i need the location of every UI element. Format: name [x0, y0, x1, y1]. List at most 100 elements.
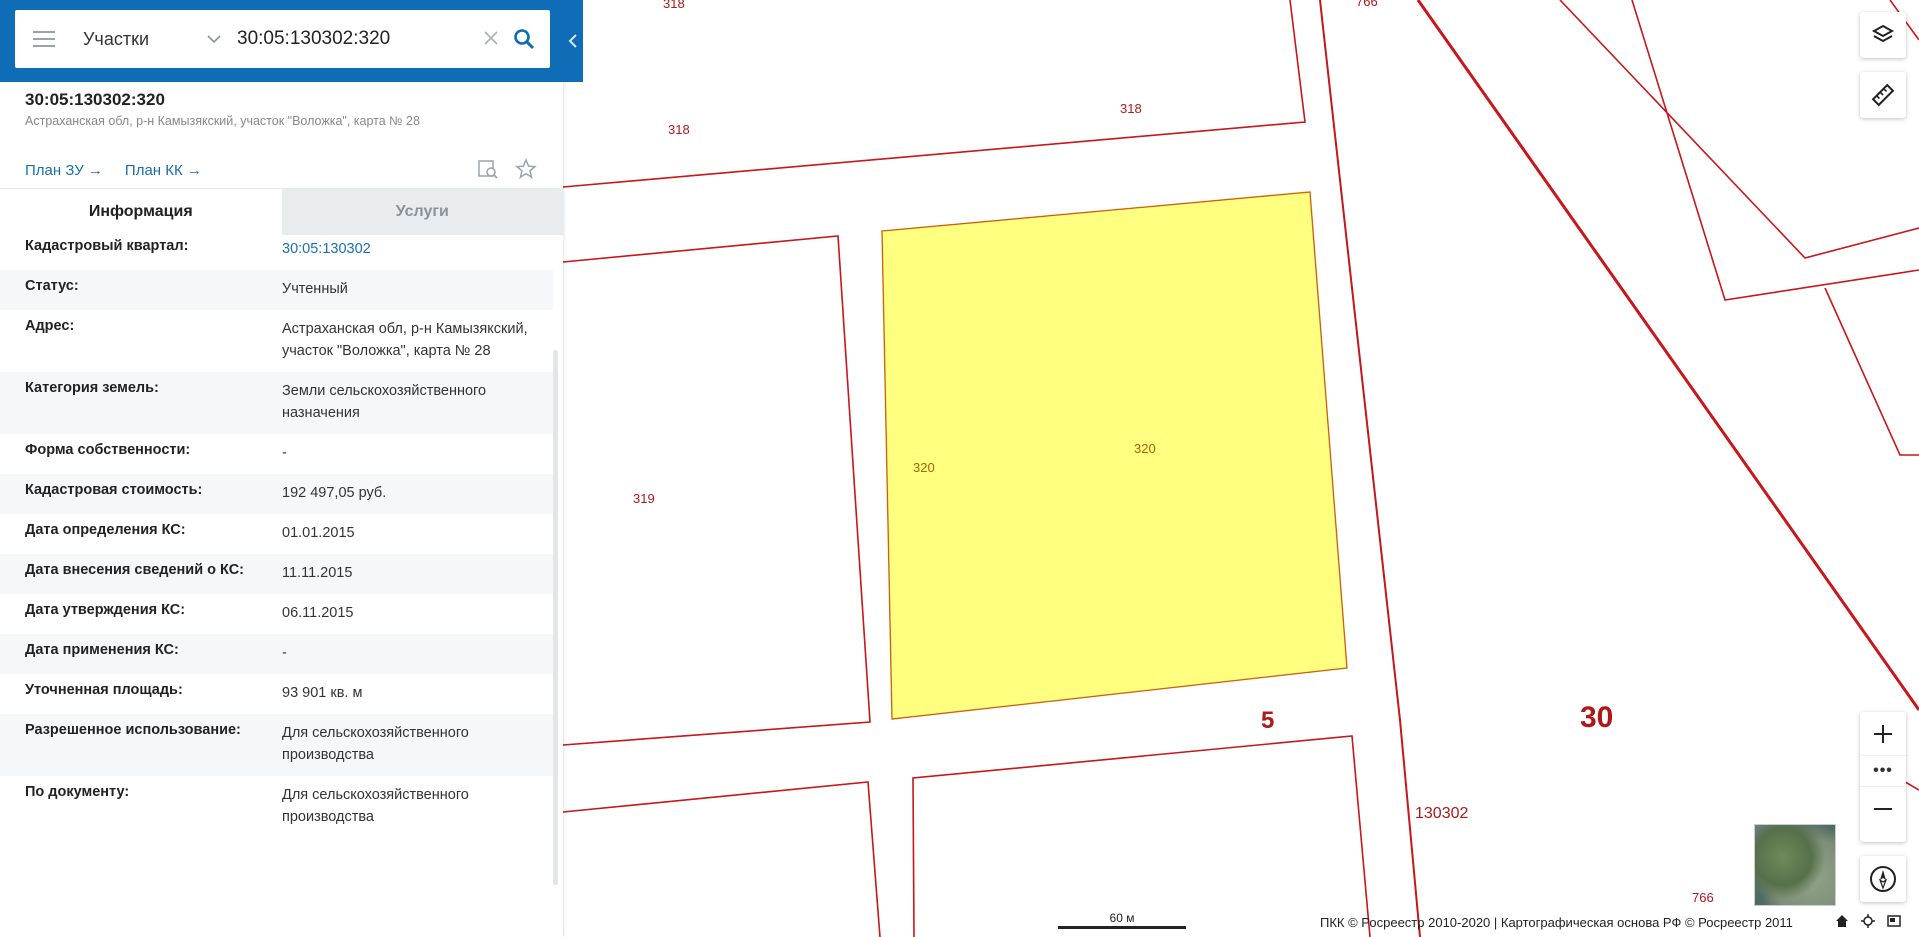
info-key: Кадастровая стоимость: [25, 482, 203, 498]
selected-parcel [881, 191, 1348, 720]
info-key: Уточненная площадь: [25, 682, 183, 698]
search-box: Участки 30:05:130302:320 [15, 10, 550, 68]
arrow-right-icon: → [83, 162, 103, 179]
bottom-icons [1835, 914, 1901, 928]
search-type-select[interactable]: Участки [83, 29, 203, 50]
zoom-in-button[interactable] [1860, 712, 1906, 755]
plan-links: План ЗУ → План КК → [25, 162, 202, 180]
map-label-block-30: 30 [1580, 701, 1614, 734]
plan-kk-link[interactable]: План КК → [125, 162, 202, 180]
zoom-controls: ••• [1860, 712, 1906, 842]
info-row: Дата определения КС: 01.01.2015 [0, 514, 553, 554]
attribution: ПКК © Росреестр 2010-2020 | Картографиче… [1320, 915, 1793, 930]
info-value: 01.01.2015 [282, 525, 355, 541]
ruler-icon [1871, 83, 1895, 107]
info-key: Категория земель: [25, 380, 159, 396]
info-key: Разрешенное использование: [25, 722, 241, 738]
tabs: Информация Услуги [0, 188, 563, 235]
favorite-star-icon[interactable] [514, 157, 538, 181]
plan-zu-label: План ЗУ [25, 162, 84, 179]
info-key: Кадастровый квартал: [25, 238, 189, 254]
info-value: Астраханская обл, р-н Камызякский, участ… [282, 321, 528, 359]
home-icon[interactable] [1835, 914, 1849, 928]
object-header: 30:05:130302:320 Астраханская обл, р-н К… [25, 90, 545, 128]
info-row: Форма собственности: - [0, 434, 553, 474]
info-row: Кадастровая стоимость: 192 497,05 руб. [0, 474, 553, 514]
arrow-right-icon: → [182, 162, 202, 179]
map-label-318-a: 318 [668, 122, 690, 137]
info-list: Кадастровый квартал: 30:05:130302 Статус… [0, 234, 553, 894]
map-label-318-top: 318 [663, 0, 685, 11]
clear-icon[interactable] [478, 26, 504, 52]
info-value: Для сельскохозяйственного производства [282, 787, 469, 825]
info-value: - [282, 645, 287, 661]
info-key: Форма собственности: [25, 442, 191, 458]
layers-button[interactable] [1860, 12, 1906, 58]
fullscreen-icon[interactable] [1887, 914, 1901, 928]
map-search-icon[interactable] [476, 157, 500, 181]
compass-button[interactable] [1860, 856, 1906, 902]
layers-icon [1871, 24, 1895, 43]
info-value: 11.11.2015 [282, 565, 353, 581]
info-row: Уточненная площадь: 93 901 кв. м [0, 674, 553, 714]
info-key: По документу: [25, 784, 130, 800]
scale-bar [1058, 926, 1186, 929]
plan-kk-label: План КК [124, 162, 183, 179]
search-bar: Участки 30:05:130302:320 [0, 0, 583, 82]
search-input[interactable]: 30:05:130302:320 [237, 28, 478, 50]
info-row: Дата применения КС: - [0, 634, 553, 674]
info-key: Статус: [25, 278, 79, 294]
info-row: Дата утверждения КС: 06.11.2015 [0, 594, 553, 634]
info-row: Категория земель: Земли сельскохозяйстве… [0, 372, 553, 434]
map-label-319: 319 [633, 491, 655, 506]
compass-icon [1870, 866, 1896, 892]
info-row: Дата внесения сведений о КС: 11.11.2015 [0, 554, 553, 594]
map-label-318-b: 318 [1120, 101, 1142, 116]
info-key: Дата применения КС: [25, 642, 179, 658]
info-key: Адрес: [25, 318, 75, 334]
object-number: 30:05:130302:320 [25, 90, 165, 109]
info-value: 93 901 кв. м [282, 685, 363, 701]
zoom-more-button[interactable]: ••• [1860, 755, 1906, 787]
chevron-down-icon[interactable] [203, 34, 225, 44]
info-key: Дата внесения сведений о КС: [25, 562, 245, 578]
tab-services[interactable]: Услуги [281, 189, 563, 235]
info-key: Дата утверждения КС: [25, 602, 186, 618]
map-label-320-center: 320 [1134, 441, 1156, 456]
info-row: Адрес: Астраханская обл, р-н Камызякский… [0, 310, 553, 372]
info-value: 06.11.2015 [282, 605, 354, 621]
info-panel: Участки 30:05:130302:320 30:05:130302:32… [0, 0, 583, 937]
info-key: Дата определения КС: [25, 522, 186, 538]
header-icons [476, 157, 538, 181]
map-label-block-5: 5 [1261, 707, 1275, 734]
map-label-320-left: 320 [913, 460, 935, 475]
measure-button[interactable] [1860, 72, 1906, 118]
info-value: 192 497,05 руб. [282, 485, 387, 501]
zoom-out-button[interactable] [1860, 787, 1906, 830]
info-row: Кадастровый квартал: 30:05:130302 [0, 234, 553, 270]
collapse-panel-button[interactable] [563, 0, 583, 82]
map-scale: 60 м [1058, 911, 1186, 929]
cadastral-quarter-link[interactable]: 30:05:130302 [282, 238, 552, 260]
scale-label: 60 м [1109, 911, 1135, 925]
search-icon[interactable] [504, 19, 544, 59]
info-row: Статус: Учтенный [0, 270, 553, 310]
object-address: Астраханская обл, р-н Камызякский, участ… [25, 114, 420, 128]
info-value: - [282, 445, 287, 461]
menu-icon[interactable] [33, 31, 55, 47]
plan-zu-link[interactable]: План ЗУ → [25, 162, 103, 180]
minimap[interactable] [1754, 824, 1836, 906]
map-label-quarter: 130302 [1415, 805, 1469, 822]
map-label-766-bottom: 766 [1692, 890, 1714, 905]
info-row: По документу: Для сельскохозяйственного … [0, 776, 553, 838]
locate-icon[interactable] [1861, 914, 1875, 928]
minus-icon [1874, 807, 1892, 810]
info-value: Учтенный [282, 281, 348, 297]
plus-icon [1874, 724, 1892, 743]
info-value: Земли сельскохозяйственного назначения [282, 383, 487, 421]
info-value: Для сельскохозяйственного производства [282, 725, 469, 763]
info-row: Разрешенное использование: Для сельскохо… [0, 714, 553, 776]
map-label-766-top: 766 [1356, 0, 1378, 9]
tab-info[interactable]: Информация [0, 189, 282, 235]
info-scrollbar[interactable] [553, 350, 558, 885]
